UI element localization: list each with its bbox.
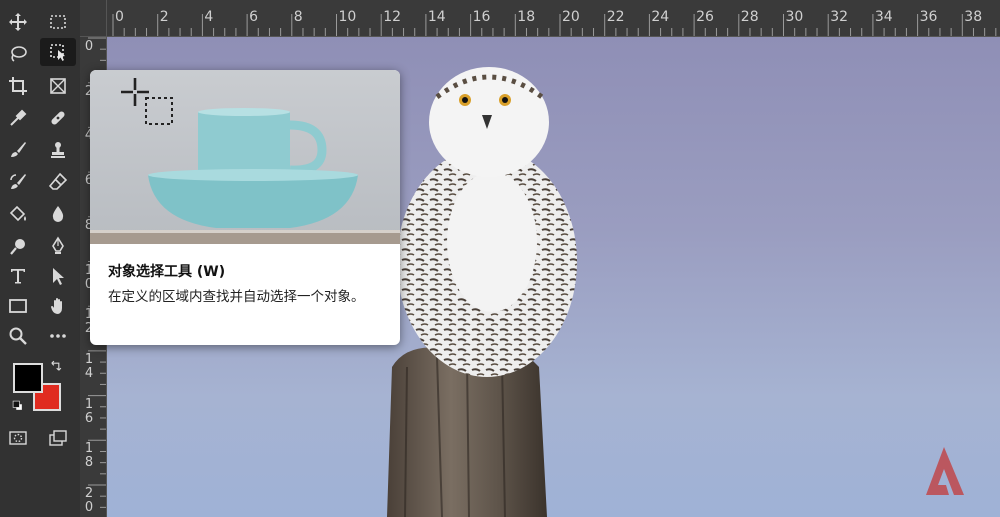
ruler-tick-label: 30: [785, 9, 804, 25]
ruler-tick-label: 24: [651, 9, 670, 25]
tool-tooltip: 对象选择工具 (W) 在定义的区域内查找并自动选择一个对象。: [90, 70, 400, 345]
tooltip-description: 在定义的区域内查找并自动选择一个对象。: [108, 289, 365, 305]
quick-mask-icon[interactable]: [0, 424, 36, 452]
ruler-tick-label: 0: [115, 9, 124, 25]
screen-mode-icon[interactable]: [40, 424, 76, 452]
healing-brush-icon[interactable]: [40, 104, 76, 132]
ruler-tick-label: 1 6: [84, 396, 94, 426]
zoom-tool-icon[interactable]: [0, 322, 36, 350]
swap-colors-icon[interactable]: [46, 356, 66, 376]
brush-tool-icon[interactable]: [0, 136, 36, 164]
foreground-color-swatch[interactable]: [13, 363, 43, 393]
default-colors-icon[interactable]: [8, 396, 28, 416]
type-tool-icon[interactable]: [0, 262, 36, 290]
ruler-tick-label: 18: [517, 9, 536, 25]
frame-tool-icon[interactable]: [40, 72, 76, 100]
ruler-tick-label: 10: [338, 9, 357, 25]
eraser-tool-icon[interactable]: [40, 168, 76, 196]
hand-tool-icon[interactable]: [40, 292, 76, 320]
crop-tool-icon[interactable]: [0, 72, 36, 100]
horizontal-ruler[interactable]: 0 2 4 6 8 10 12 14 16 18 20 22 24 26 28 30 32 34 36 38: [80, 0, 1000, 37]
ruler-tick-label: 38: [964, 9, 983, 25]
ruler-tick-label: 14: [427, 9, 446, 25]
ruler-origin[interactable]: [80, 0, 107, 37]
ruler-tick-label: 4: [204, 9, 214, 25]
more-tools-icon[interactable]: [40, 322, 76, 350]
eyedropper-tool-icon[interactable]: [0, 104, 36, 132]
tooltip-preview-image: [90, 70, 400, 244]
ruler-tick-label: 28: [740, 9, 759, 25]
ruler-tick-label: 32: [830, 9, 849, 25]
ruler-tick-label: 6: [249, 9, 259, 25]
object-selection-tool-icon[interactable]: [40, 38, 76, 66]
ruler-tick-label: 8: [293, 9, 303, 25]
pen-tool-icon[interactable]: [40, 232, 76, 260]
lasso-tool-icon[interactable]: [0, 40, 36, 68]
ruler-tick-label: 2 0: [84, 486, 94, 515]
rectangle-tool-icon[interactable]: [0, 292, 36, 320]
marquee-tool-icon[interactable]: [40, 8, 76, 36]
ruler-tick-label: 1 8: [84, 441, 94, 471]
ruler-tick-label: 36: [919, 9, 938, 25]
ruler-tick-label: 0: [84, 39, 94, 54]
adobe-logo-watermark: [924, 445, 976, 497]
dodge-tool-icon[interactable]: [0, 232, 36, 260]
ruler-tick-label: 1 4: [84, 351, 94, 381]
ruler-tick-label: 34: [874, 9, 893, 25]
ruler-tick-label: 20: [562, 9, 580, 25]
ruler-tick-label: 2: [159, 9, 169, 25]
move-tool-icon[interactable]: [0, 8, 36, 36]
ruler-tick-label: 26: [696, 9, 714, 25]
ruler-tick-label: 16: [472, 9, 491, 25]
paint-bucket-icon[interactable]: [0, 200, 36, 228]
history-brush-icon[interactable]: [0, 168, 36, 196]
clone-stamp-icon[interactable]: [40, 136, 76, 164]
ruler-tick-label: 22: [606, 9, 625, 25]
path-selection-icon[interactable]: [40, 262, 76, 290]
tools-panel: [0, 0, 80, 517]
ruler-tick-label: 12: [383, 9, 402, 25]
tooltip-title: 对象选择工具 (W): [108, 264, 226, 280]
blur-tool-icon[interactable]: [40, 200, 76, 228]
